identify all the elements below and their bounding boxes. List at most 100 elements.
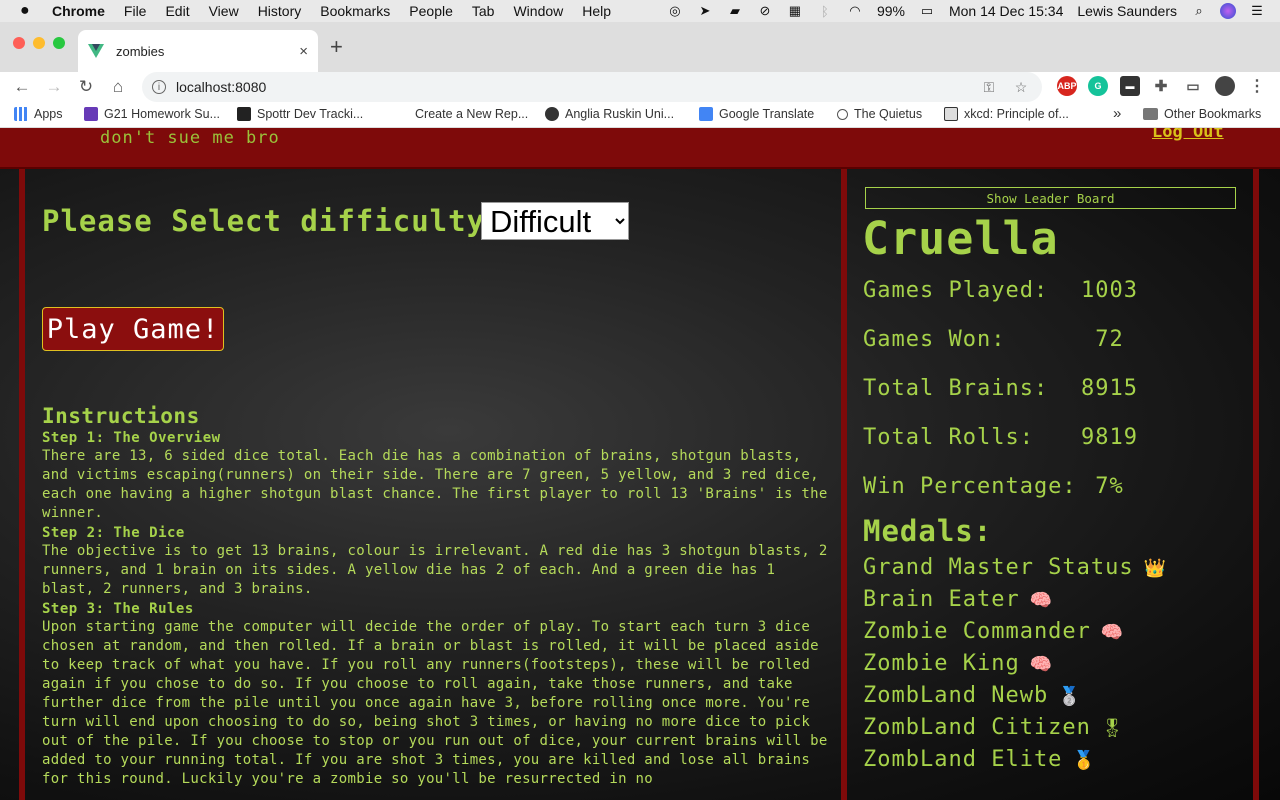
medal-name: Zombie King — [863, 651, 1020, 676]
bookmarks-overflow-icon[interactable]: » — [1113, 105, 1121, 122]
medal-name: Zombie Commander — [863, 619, 1091, 644]
notification-center-icon[interactable]: ☰ — [1248, 3, 1266, 18]
bookmark-google-translate[interactable]: Google Translate — [699, 107, 814, 121]
instructions-title: Instructions — [42, 404, 200, 428]
url-text[interactable]: localhost:8080 — [176, 79, 978, 95]
tab-close-icon[interactable]: × — [299, 43, 308, 60]
medal-name: ZombLand Newb — [863, 683, 1049, 708]
site-info-icon[interactable]: i — [152, 80, 166, 94]
difficulty-select[interactable]: Difficult — [481, 202, 629, 240]
clock[interactable]: Mon 14 Dec 15:34 — [949, 3, 1063, 19]
key-icon[interactable]: ⚿ — [978, 79, 1000, 96]
menu-app-chrome[interactable]: Chrome — [52, 3, 105, 19]
siri-icon[interactable] — [1220, 3, 1236, 19]
stat-label: Games Won: — [863, 327, 1006, 352]
silver-medal-icon: 🥈 — [1058, 686, 1082, 707]
bookmark-g21-homework[interactable]: G21 Homework Su... — [84, 107, 220, 121]
menu-file[interactable]: File — [124, 3, 147, 19]
medals-title: Medals: — [863, 514, 993, 548]
bookmark-create-repo[interactable]: Create a New Rep... — [415, 107, 528, 121]
stat-win-percentage: Win Percentage: 7% — [863, 474, 1123, 499]
medal-item: ZombLand Citizen 🎖 — [863, 715, 1125, 740]
brain-icon: 🧠 — [1029, 590, 1054, 611]
profile-avatar[interactable] — [1215, 76, 1235, 96]
step-3-heading: Step 3: The Rules — [42, 601, 194, 617]
menu-help[interactable]: Help — [582, 3, 611, 19]
forms-icon — [84, 107, 98, 121]
center-frame-border — [841, 169, 847, 800]
adblock-plus-icon[interactable]: ABP — [1057, 76, 1077, 96]
truck-icon[interactable]: ▰ — [726, 3, 744, 18]
extension-dark-icon[interactable]: ▬ — [1120, 76, 1140, 96]
minimize-window-button[interactable] — [33, 37, 45, 49]
play-game-button[interactable]: Play Game! — [42, 307, 224, 351]
show-leader-board-button[interactable]: Show Leader Board — [865, 187, 1236, 209]
step-2-body: The objective is to get 13 brains, colou… — [42, 543, 828, 597]
extensions-puzzle-icon[interactable]: ✚ — [1151, 76, 1171, 96]
home-button[interactable]: ⌂ — [105, 74, 131, 100]
menu-window[interactable]: Window — [513, 3, 563, 19]
reload-button[interactable]: ↻ — [73, 74, 99, 100]
bookmark-xkcd[interactable]: xkcd: Principle of... — [944, 107, 1069, 121]
forward-button[interactable]: → — [41, 74, 67, 100]
do-not-disturb-icon[interactable]: ⊘ — [756, 3, 774, 18]
menu-view[interactable]: View — [209, 3, 239, 19]
close-window-button[interactable] — [13, 37, 25, 49]
menu-edit[interactable]: Edit — [165, 3, 189, 19]
apps-grid-icon — [14, 107, 28, 121]
bookmark-spottr[interactable]: Spottr Dev Tracki... — [237, 107, 363, 121]
menu-people[interactable]: People — [409, 3, 453, 19]
site-header: don't sue me bro Log Out — [0, 128, 1280, 169]
apple-menu-icon[interactable]: ● — [20, 2, 38, 20]
creative-cloud-icon[interactable]: ◎ — [666, 3, 684, 18]
medal-item: Grand Master Status 👑 — [863, 555, 1167, 580]
menu-history[interactable]: History — [258, 3, 302, 19]
spotlight-search-icon[interactable]: ⌕ — [1190, 3, 1208, 18]
bookmark-the-quietus[interactable]: The Quietus — [837, 107, 922, 121]
menu-tab[interactable]: Tab — [472, 3, 495, 19]
vue-favicon-icon — [88, 43, 104, 59]
stat-total-rolls: Total Rolls: 9819 — [863, 425, 1137, 450]
chrome-menu-icon[interactable]: ⋮ — [1247, 76, 1267, 96]
crown-icon: 👑 — [1143, 558, 1168, 579]
step-1-body: There are 13, 6 sided dice total. Each d… — [42, 448, 828, 521]
wifi-icon[interactable]: ◠ — [846, 3, 864, 18]
zoom-window-button[interactable] — [53, 37, 65, 49]
back-button[interactable]: ← — [9, 74, 35, 100]
stat-games-played: Games Played: 1003 — [863, 278, 1137, 303]
menu-bookmarks[interactable]: Bookmarks — [320, 3, 390, 19]
bluetooth-icon[interactable]: ᛒ — [816, 4, 834, 19]
stat-games-won: Games Won: 72 — [863, 327, 1123, 352]
medal-item: Zombie King 🧠 — [863, 651, 1053, 676]
xkcd-icon — [944, 107, 958, 121]
step-2-heading: Step 2: The Dice — [42, 525, 185, 541]
instructions-section: Instructions Step 1: The Overview There … — [42, 404, 832, 791]
medal-item: Brain Eater 🧠 — [863, 587, 1053, 612]
stat-total-brains: Total Brains: 8915 — [863, 376, 1137, 401]
google-translate-icon — [699, 107, 713, 121]
macos-menu-bar: ● Chrome File Edit View History Bookmark… — [0, 0, 1280, 22]
stat-label: Win Percentage: — [863, 474, 1077, 499]
user-name[interactable]: Lewis Saunders — [1077, 3, 1177, 19]
difficulty-label: Please Select difficulty — [42, 204, 486, 238]
grammarly-icon[interactable]: G — [1088, 76, 1108, 96]
page-content: don't sue me bro Log Out Please Select d… — [0, 128, 1280, 800]
battery-icon[interactable]: ▭ — [918, 3, 936, 18]
browser-tab[interactable]: zombies × — [78, 30, 318, 72]
logout-link[interactable]: Log Out — [1152, 128, 1224, 142]
folder-icon — [1143, 108, 1158, 120]
stat-value: 7% — [1081, 474, 1124, 499]
bookmark-star-icon[interactable]: ☆ — [1010, 79, 1032, 96]
cast-icon[interactable]: ▭ — [1183, 76, 1203, 96]
window-manager-icon[interactable]: ▦ — [786, 3, 804, 18]
bookmark-apps[interactable]: Apps — [14, 107, 63, 121]
stat-value: 72 — [1081, 327, 1124, 352]
right-panel-frame-border — [1253, 169, 1259, 800]
gold-medal-icon: 🥇 — [1072, 750, 1096, 771]
bookmark-anglia-ruskin[interactable]: Anglia Ruskin Uni... — [545, 107, 674, 121]
brain-icon: 🧠 — [1100, 622, 1125, 643]
address-bar[interactable]: i localhost:8080 ⚿ ☆ — [142, 72, 1042, 102]
new-tab-button[interactable]: + — [330, 34, 343, 60]
cursor-icon[interactable]: ➤ — [696, 3, 714, 18]
bookmark-other-folder[interactable]: Other Bookmarks — [1143, 107, 1261, 121]
